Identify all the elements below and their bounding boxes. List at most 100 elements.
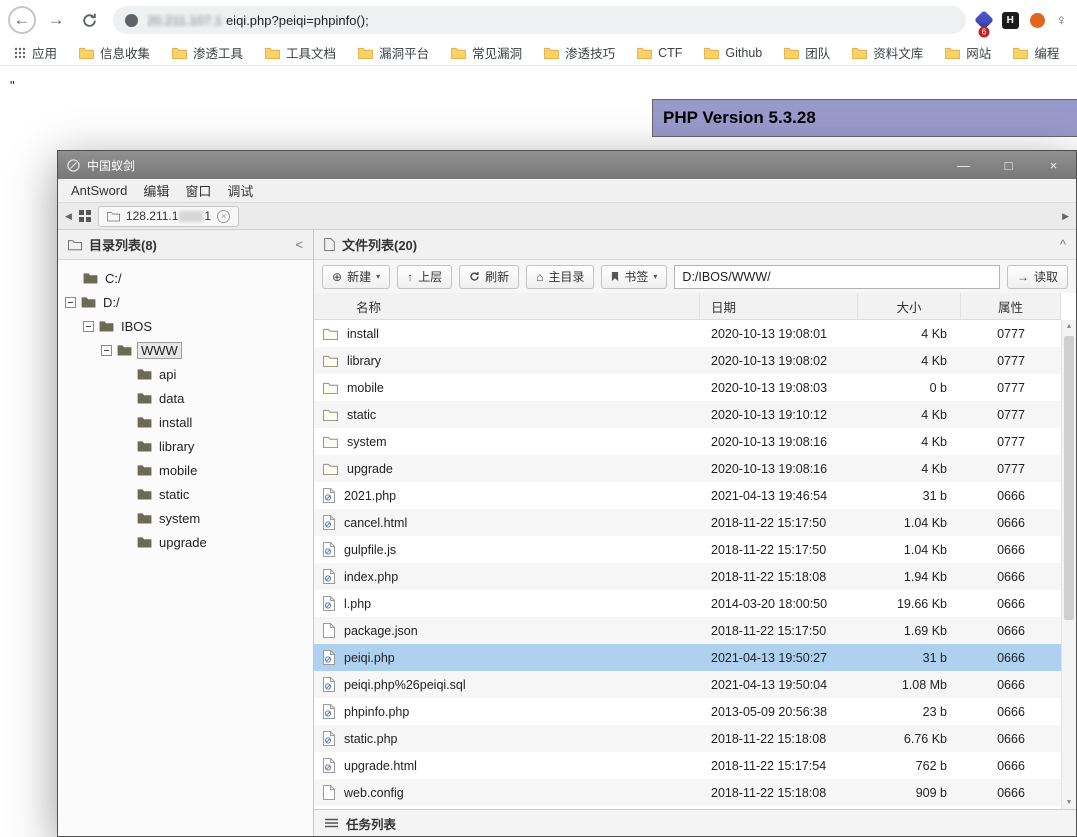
tree-item[interactable]: WWW	[58, 338, 313, 362]
file-row[interactable]: gulpfile.js2018-11-22 15:17:501.04 Kb066…	[314, 536, 1061, 563]
profile-avatar[interactable]	[1030, 13, 1045, 28]
file-name: system	[347, 435, 387, 449]
window-titlebar[interactable]: 中国蚁剑 — □ ×	[58, 151, 1076, 179]
bookmark-item[interactable]: 信息收集	[79, 43, 150, 62]
refresh-files-button[interactable]: 刷新	[459, 265, 519, 289]
new-button[interactable]: ⊕新建▾	[322, 265, 390, 289]
column-size[interactable]: 大小	[858, 293, 961, 319]
file-row[interactable]: system2020-10-13 19:08:164 Kb0777	[314, 428, 1061, 455]
home-button[interactable]: ⌂主目录	[526, 265, 594, 289]
bookmark-item[interactable]: 工具文档	[265, 43, 336, 62]
file-row[interactable]: upgrade2020-10-13 19:08:164 Kb0777	[314, 455, 1061, 482]
tree-item[interactable]: mobile	[58, 458, 313, 482]
file-row[interactable]: package.json2018-11-22 15:17:501.69 Kb06…	[314, 617, 1061, 644]
file-row[interactable]: static.php2018-11-22 15:18:086.76 Kb0666	[314, 725, 1061, 752]
tree-item[interactable]: C:/	[58, 266, 313, 290]
tabs-scroll-right-icon[interactable]: ▶	[1062, 211, 1069, 222]
tree-item[interactable]: static	[58, 482, 313, 506]
tree-item[interactable]: api	[58, 362, 313, 386]
bookmark-item[interactable]: 渗透技巧	[544, 43, 615, 62]
close-icon[interactable]: ×	[1031, 151, 1076, 179]
task-panel-header[interactable]: 任务列表	[314, 809, 1076, 836]
tree-item[interactable]: D:/	[58, 290, 313, 314]
bookmark-button[interactable]: 书签▾	[601, 265, 667, 289]
scrollbar-thumb[interactable]	[1064, 336, 1074, 620]
file-table-body: install2020-10-13 19:08:014 Kb0777librar…	[314, 320, 1061, 809]
tabs-scroll-left-icon[interactable]: ◀	[65, 211, 72, 222]
file-row[interactable]: phpinfo.php2013-05-09 20:56:3823 b0666	[314, 698, 1061, 725]
key-icon[interactable]: ♀	[1056, 13, 1067, 28]
bookmark-label: 渗透技巧	[565, 43, 615, 62]
menu-antsword[interactable]: AntSword	[63, 183, 135, 198]
file-permission: 0666	[961, 705, 1061, 719]
tree-expander-icon[interactable]	[65, 297, 76, 308]
tabs-grid-icon[interactable]	[79, 210, 91, 222]
bookmark-item[interactable]: 网站	[945, 43, 991, 62]
refresh-button[interactable]	[76, 7, 102, 33]
menu-window[interactable]: 窗口	[177, 181, 219, 200]
read-button[interactable]: →读取	[1007, 265, 1068, 289]
bookmark-folder-icon	[945, 47, 960, 59]
bookmark-item[interactable]: 团队	[784, 43, 830, 62]
file-row[interactable]: mobile2020-10-13 19:08:030 b0777	[314, 374, 1061, 401]
h-extension-icon[interactable]: H	[1002, 12, 1019, 29]
tree-label: api	[157, 366, 178, 383]
tree-expander-icon[interactable]	[83, 321, 94, 332]
file-row[interactable]: install2020-10-13 19:08:014 Kb0777	[314, 320, 1061, 347]
file-name: library	[347, 354, 381, 368]
menu-debug[interactable]: 调试	[219, 181, 261, 200]
file-row[interactable]: peiqi.php2021-04-13 19:50:2731 b0666	[314, 644, 1061, 671]
column-permission[interactable]: 属性	[961, 293, 1061, 319]
file-row[interactable]: cancel.html2018-11-22 15:17:501.04 Kb066…	[314, 509, 1061, 536]
bookmark-item[interactable]: 常见漏洞	[451, 43, 522, 62]
file-row[interactable]: static2020-10-13 19:10:124 Kb0777	[314, 401, 1061, 428]
menu-edit[interactable]: 编辑	[135, 181, 177, 200]
file-row[interactable]: upgrade.html2018-11-22 15:17:54762 b0666	[314, 752, 1061, 779]
tree-item[interactable]: system	[58, 506, 313, 530]
file-size: 0 b	[858, 381, 961, 395]
bookmark-item[interactable]: 资料文库	[852, 43, 923, 62]
tab-close-icon[interactable]: ×	[217, 210, 230, 223]
scroll-up-icon[interactable]: ▲	[1062, 323, 1076, 330]
column-date[interactable]: 日期	[700, 293, 858, 319]
apps-shortcut[interactable]: 应用	[14, 43, 57, 62]
file-row[interactable]: web.config2018-11-22 15:18:08909 b0666	[314, 779, 1061, 806]
bookmark-item[interactable]: 编程	[1013, 43, 1059, 62]
site-info-icon[interactable]	[125, 14, 138, 27]
file-list-scrollbar[interactable]: ▲ ▼	[1061, 320, 1076, 809]
collapse-left-icon[interactable]: <	[295, 237, 303, 252]
address-bar[interactable]: 20.211.107.1eiqi.php?peiqi=phpinfo();	[113, 6, 966, 34]
tree-item[interactable]: library	[58, 434, 313, 458]
path-input[interactable]	[674, 265, 1000, 289]
minimize-icon[interactable]: —	[941, 151, 986, 179]
folder-icon	[137, 512, 152, 524]
maximize-icon[interactable]: □	[986, 151, 1031, 179]
file-row[interactable]: peiqi.php%26peiqi.sql2021-04-13 19:50:04…	[314, 671, 1061, 698]
file-row[interactable]: library2020-10-13 19:08:024 Kb0777	[314, 347, 1061, 374]
scroll-down-icon[interactable]: ▼	[1062, 799, 1076, 806]
forward-button[interactable]: →	[43, 7, 69, 33]
up-button[interactable]: ↑上层	[397, 265, 452, 289]
directory-panel-header[interactable]: 目录列表(8) <	[58, 230, 313, 260]
tree-item[interactable]: upgrade	[58, 530, 313, 554]
column-name[interactable]: 名称	[314, 293, 700, 319]
bookmark-item[interactable]: 渗透工具	[172, 43, 243, 62]
file-panel-header[interactable]: 文件列表(20) ^	[314, 230, 1076, 260]
file-icon	[323, 515, 335, 530]
file-row[interactable]: index.php2018-11-22 15:18:081.94 Kb0666	[314, 563, 1061, 590]
file-row[interactable]: 2021.php2021-04-13 19:46:5431 b0666	[314, 482, 1061, 509]
collapse-up-icon[interactable]: ^	[1060, 237, 1066, 252]
bookmark-item[interactable]: Github	[704, 46, 762, 60]
tree-expander-icon[interactable]	[101, 345, 112, 356]
file-icon	[323, 704, 335, 719]
file-permission: 0666	[961, 759, 1061, 773]
tree-item[interactable]: IBOS	[58, 314, 313, 338]
extension-icon[interactable]: 6	[974, 10, 994, 30]
file-row[interactable]: l.php2014-03-20 18:00:5019.66 Kb0666	[314, 590, 1061, 617]
tree-item[interactable]: install	[58, 410, 313, 434]
bookmark-item[interactable]: CTF	[637, 46, 682, 60]
session-tab[interactable]: 128.211.11 ×	[98, 206, 239, 227]
bookmark-item[interactable]: 漏洞平台	[358, 43, 429, 62]
back-button[interactable]: ←	[8, 6, 36, 34]
tree-item[interactable]: data	[58, 386, 313, 410]
